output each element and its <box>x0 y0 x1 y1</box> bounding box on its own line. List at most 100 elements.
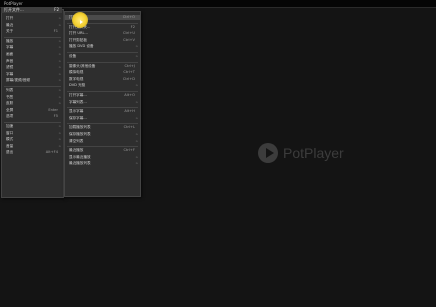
menu-item-shortcut: F1 <box>53 29 58 34</box>
menu2-item[interactable]: 保存字幕... > <box>65 116 140 121</box>
menu2-item[interactable]: 播放 DVD 设备 > <box>65 44 140 49</box>
menu-item-label: 模拟电视 <box>69 70 84 75</box>
menu-item-label: 字幕 <box>6 71 14 76</box>
menu-item-label: 数字电视 <box>69 76 84 81</box>
menu2-item[interactable]: 字幕列表... > <box>65 100 140 105</box>
menu-separator <box>67 91 138 92</box>
menu-item-label: 最近播放 <box>69 148 84 153</box>
menu2-item[interactable]: 摄像头/其他设备 Ctrl+J <box>65 64 140 69</box>
cursor-highlight <box>72 12 88 28</box>
menu-separator <box>67 52 138 53</box>
header-label: 打开文件... <box>4 7 24 12</box>
menu-item-shortcut: F2 <box>130 24 135 29</box>
menu1-item[interactable]: 打开 > <box>2 16 63 21</box>
menu-item-label: 画面 <box>6 52 14 56</box>
menu1-item[interactable]: 退出 Alt+F4 <box>2 150 63 155</box>
menu1-item[interactable]: 模式 > <box>2 137 63 142</box>
menu-item-label: 模式 <box>6 137 14 142</box>
menu-item-shortcut: Ctrl+T <box>123 70 135 75</box>
submenu-arrow-icon: > <box>58 78 61 83</box>
menu2-item[interactable]: 打开 URL... Ctrl+U <box>65 31 140 36</box>
menu2-item[interactable]: 加载播放列表 Ctrl+L <box>65 125 140 130</box>
menu2-item[interactable]: 设备 > <box>65 54 140 59</box>
menu-separator <box>4 36 61 38</box>
context-menu-header[interactable]: 打开文件... F2 <box>1 7 62 13</box>
menu-item-shortcut: Ctrl+F <box>123 148 135 153</box>
menu2-item[interactable]: DVD 光驱 > <box>65 83 140 88</box>
menu1-item[interactable]: 皮肤 > <box>2 101 63 106</box>
menu1-item[interactable]: 音量 > <box>2 144 63 149</box>
potplayer-logo: PotPlayer <box>258 142 344 164</box>
play-icon <box>258 143 278 163</box>
menu-item-label: 打开剪贴板 <box>69 37 87 42</box>
menu1-item[interactable]: 字幕 > <box>2 45 63 50</box>
submenu-arrow-icon: > <box>58 143 61 148</box>
menu1-item[interactable]: 最近 > <box>2 23 63 28</box>
menu1-item[interactable]: 选项 F5 <box>2 114 63 119</box>
menu-item-label: 窗口 <box>6 130 14 135</box>
submenu-arrow-icon: > <box>58 16 61 20</box>
open-submenu[interactable]: 打开文件...Ctrl+O打开文件夹...F2打开 URL...Ctrl+U打开… <box>64 11 141 197</box>
submenu-arrow-icon: > <box>135 83 138 88</box>
menu-separator <box>4 122 61 123</box>
menu-item-label: 皮肤 <box>6 101 14 106</box>
menu-item-label: 显示最近播放 <box>69 154 91 159</box>
header-shortcut: F2 <box>54 7 59 12</box>
menu-item-shortcut: Ctrl+D <box>122 76 135 81</box>
menu2-item[interactable]: 最近播放列表 > <box>65 161 140 166</box>
menu1-item[interactable]: 声音 > <box>2 59 63 64</box>
menu2-item[interactable]: 显示最近播放 > <box>65 155 140 160</box>
submenu-arrow-icon: > <box>58 38 61 43</box>
menu-item-label: 最近 <box>6 22 14 27</box>
context-menu[interactable]: 打开 > 最近 > 关于 F1 播放 > 字幕 > 画面 > 声音 > 滤镜 > 字幕 > 屏幕/视频/音频 > 列表 >… <box>1 9 64 198</box>
submenu-arrow-icon: > <box>58 101 61 106</box>
menu-separator <box>67 146 138 148</box>
menu1-item[interactable]: 窗口 > <box>2 131 63 136</box>
menu1-item[interactable]: 字幕 > <box>2 72 63 77</box>
menu-item-shortcut: Alt+O <box>124 93 135 97</box>
submenu-arrow-icon: > <box>58 71 61 76</box>
menu1-item[interactable]: 屏幕/视频/音频 > <box>2 78 63 83</box>
menu-item-label: 关于 <box>6 29 14 34</box>
submenu-arrow-icon: > <box>135 132 138 136</box>
menu2-item[interactable]: 保存播放列表 > <box>65 132 140 137</box>
menu2-item[interactable]: 最近播放 Ctrl+F <box>65 148 140 153</box>
menu2-item[interactable]: 打开剪贴板 Ctrl+V <box>65 38 140 43</box>
menu-item-label: 播放 DVD 设备 <box>69 44 94 49</box>
menu2-item[interactable]: 清空列表 > <box>65 139 140 144</box>
menu-item-shortcut: Ctrl+O <box>122 15 135 19</box>
menu1-item[interactable]: 全屏 Enter <box>2 108 63 113</box>
menu2-item[interactable]: 模拟电视 Ctrl+T <box>65 70 140 75</box>
submenu-arrow-icon: > <box>135 154 138 159</box>
menu1-item[interactable]: 列表 > <box>2 88 63 93</box>
menu-item-label: 打开 URL... <box>69 31 88 36</box>
menu1-item[interactable]: 滤镜 > <box>2 65 63 70</box>
submenu-arrow-icon: > <box>135 54 138 58</box>
window-title: PotPlayer <box>4 1 23 6</box>
menu-item-label: 书签 <box>6 94 14 99</box>
menu-item-label: 打开字幕... <box>69 93 87 97</box>
menu2-item[interactable]: 打开字幕... Alt+O <box>65 93 140 98</box>
menu-item-shortcut: Ctrl+U <box>122 31 135 36</box>
submenu-arrow-icon: > <box>58 137 61 142</box>
title-bar: PotPlayer <box>0 0 436 8</box>
menu1-item[interactable]: 关于 F1 <box>2 29 63 34</box>
submenu-arrow-icon: > <box>58 22 61 27</box>
menu-item-label: 选项 <box>6 114 14 119</box>
menu-item-label: 全屏 <box>6 107 14 112</box>
submenu-arrow-icon: > <box>58 65 61 70</box>
menu1-item[interactable]: 书签 > <box>2 95 63 100</box>
submenu-arrow-icon: > <box>58 58 61 63</box>
submenu-arrow-icon: > <box>58 94 61 99</box>
submenu-arrow-icon: > <box>135 99 138 104</box>
menu-item-label: 屏幕/视频/音频 <box>6 78 30 83</box>
menu1-item[interactable]: 播放 > <box>2 39 63 44</box>
menu1-item[interactable]: 加速 > <box>2 124 63 129</box>
menu2-item[interactable]: 显示字幕 Alt+H <box>65 109 140 114</box>
menu-item-label: DVD 光驱 <box>69 83 86 88</box>
submenu-arrow-icon: > <box>135 161 138 166</box>
submenu-arrow-icon: > <box>135 115 138 120</box>
menu2-item[interactable]: 数字电视 Ctrl+D <box>65 77 140 82</box>
menu1-item[interactable]: 画面 > <box>2 52 63 57</box>
menu-separator <box>4 86 61 87</box>
